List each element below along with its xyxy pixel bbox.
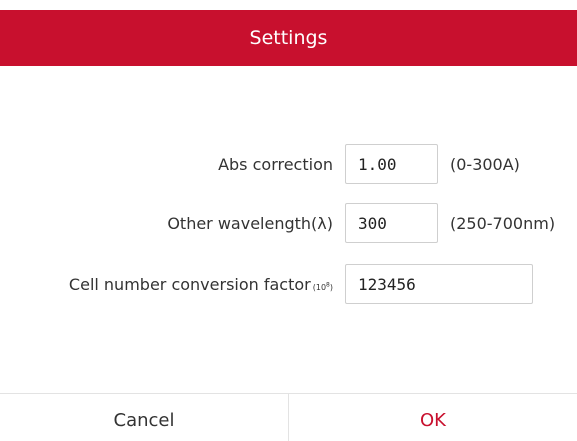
cancel-button[interactable]: Cancel [0, 394, 289, 441]
dialog-header: Settings [0, 10, 577, 66]
abs-correction-label: Abs correction [218, 155, 333, 174]
abs-correction-input[interactable] [345, 144, 438, 184]
cell-factor-unit-close: ) [329, 283, 333, 292]
other-wavelength-input[interactable] [345, 203, 438, 243]
cell-factor-label: Cell number conversion factor (108) [69, 264, 333, 306]
cell-factor-input[interactable] [345, 264, 533, 304]
dialog-footer: Cancel OK [0, 393, 577, 441]
settings-dialog: Settings Abs correction (0-300A) Other w… [0, 0, 577, 441]
other-wavelength-label: Other wavelength(λ) [167, 214, 333, 233]
other-wavelength-range: (250-700nm) [450, 214, 556, 233]
top-edge [0, 0, 577, 10]
other-wavelength-row: Other wavelength(λ) (250-700nm) [0, 203, 577, 245]
cell-factor-unit: (108) [312, 281, 333, 292]
abs-correction-row: Abs correction (0-300A) [0, 144, 577, 186]
ok-button[interactable]: OK [289, 394, 577, 441]
cell-factor-label-text: Cell number conversion factor [68, 275, 311, 294]
dialog-title: Settings [249, 27, 328, 49]
cell-factor-unit-base: (10 [312, 283, 327, 292]
cell-factor-row: Cell number conversion factor (108) [0, 264, 577, 306]
abs-correction-range: (0-300A) [450, 155, 520, 174]
